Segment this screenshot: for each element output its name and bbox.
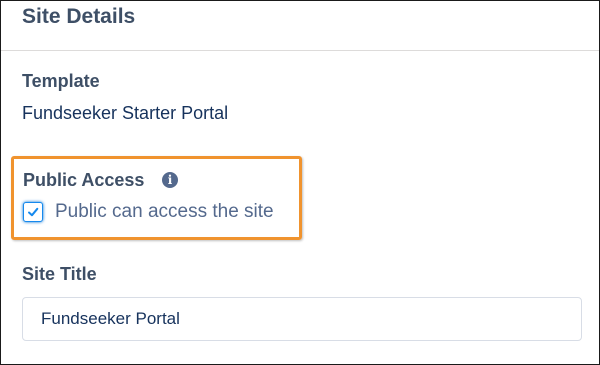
template-label: Template (22, 71, 100, 91)
public-access-checkbox[interactable] (23, 202, 43, 222)
site-title-input[interactable] (22, 297, 582, 341)
info-icon[interactable]: i (162, 172, 178, 188)
checkmark-icon (28, 207, 39, 217)
section-divider (1, 50, 599, 51)
site-title-label: Site Title (22, 264, 97, 284)
public-access-checkbox-label[interactable]: Public can access the site (55, 201, 274, 223)
public-access-label: Public Access (23, 170, 145, 190)
section-title: Site Details (22, 5, 136, 28)
site-details-panel: Site Details Template Fundseeker Starter… (0, 0, 600, 365)
public-access-highlight (11, 156, 302, 240)
template-value: Fundseeker Starter Portal (22, 103, 229, 123)
